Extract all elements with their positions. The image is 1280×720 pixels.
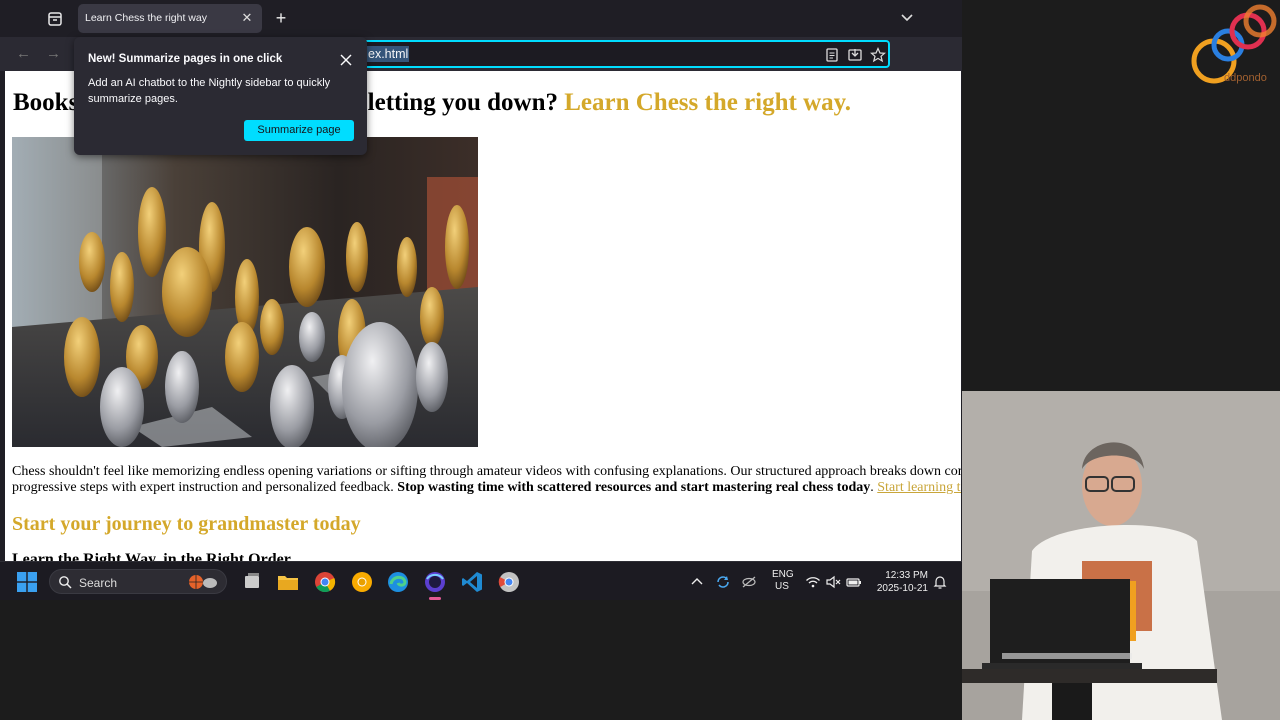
system-clock[interactable]: 12:33 PM 2025-10-21 — [868, 569, 928, 595]
windows-taskbar: Search ENG US 12:33 PM 2025-10-21 — [0, 561, 962, 600]
sync-icon[interactable] — [715, 574, 731, 590]
browser-window: Learn Chess the right way ✕ + ← → ex.htm… — [0, 0, 962, 600]
popup-title: New! Summarize pages in one click — [88, 53, 283, 65]
heading-part-one: Books — [13, 89, 79, 116]
start-learning-link[interactable]: Start learning today! — [877, 480, 961, 495]
section-heading: Start your journey to grandmaster today — [12, 513, 361, 535]
reader-view-icon[interactable] — [824, 47, 840, 63]
search-icon — [58, 575, 72, 589]
back-button[interactable]: ← — [16, 46, 34, 62]
forward-button[interactable]: → — [46, 46, 64, 62]
summarize-feature-popup: New! Summarize pages in one click Add an… — [74, 37, 367, 155]
windows-start-icon[interactable] — [17, 572, 37, 592]
input-language-indicator[interactable]: ENG US — [772, 569, 794, 593]
intro-bold-text: Stop wasting time with scattered resourc… — [397, 480, 871, 495]
firefox-nightly-icon[interactable] — [423, 570, 447, 600]
tab-close-icon[interactable]: ✕ — [240, 11, 254, 25]
section-subheading: Learn the Right Way, in the Right Order — [12, 551, 291, 561]
chevron-up-icon[interactable] — [689, 574, 705, 590]
volume-muted-icon[interactable] — [825, 574, 841, 590]
battery-icon[interactable] — [846, 574, 862, 590]
empty-canvas-area — [0, 600, 789, 720]
search-highlight-icon — [188, 574, 220, 590]
hidden-visibility-icon[interactable] — [741, 574, 757, 590]
tab-active[interactable]: Learn Chess the right way ✕ — [78, 4, 262, 33]
notifications-bell-icon[interactable] — [932, 574, 948, 590]
intro-period: . — [870, 480, 874, 495]
search-label: Search — [79, 576, 118, 590]
task-view-icon[interactable] — [240, 570, 264, 594]
save-to-pocket-icon[interactable] — [847, 47, 863, 63]
channel-logo-text: ddpondo — [1224, 72, 1267, 84]
lang-code: ENG — [772, 569, 794, 580]
heading-part-two: e letting you down? — [350, 89, 558, 116]
close-icon[interactable] — [339, 53, 353, 67]
chess-hero-image — [12, 137, 478, 447]
intro-paragraph: Chess shouldn't feel like memorizing end… — [12, 464, 961, 496]
heading-accent: Learn Chess the right way. — [564, 89, 852, 116]
tab-bar: Learn Chess the right way ✕ + — [0, 0, 962, 37]
chevron-down-icon[interactable] — [899, 10, 915, 26]
firefox-view-icon[interactable] — [44, 8, 66, 30]
url-text[interactable]: ex.html — [367, 46, 410, 62]
wifi-icon[interactable] — [805, 574, 821, 590]
taskbar-search-box[interactable]: Search — [49, 569, 227, 594]
intro-text-continued: progressive steps with expert instructio… — [12, 480, 398, 495]
file-explorer-icon[interactable] — [276, 570, 300, 594]
chrome-canary-icon[interactable] — [350, 570, 374, 594]
new-tab-button[interactable]: + — [272, 8, 290, 28]
summarize-page-button[interactable]: Summarize page — [244, 120, 354, 141]
popup-body: Add an AI chatbot to the Nightly sidebar… — [88, 77, 331, 105]
vscode-icon[interactable] — [460, 570, 484, 594]
intro-text: Chess shouldn't feel like memorizing end… — [12, 464, 961, 479]
chrome-icon[interactable] — [313, 570, 337, 594]
tab-title: Learn Chess the right way — [85, 12, 207, 24]
bookmark-star-icon[interactable] — [869, 47, 887, 63]
screen: { "browser": { "tab": { "title": "Learn … — [0, 0, 1280, 720]
lang-region: US — [775, 581, 789, 592]
clock-date: 2025-10-21 — [876, 583, 928, 594]
presenter-video — [962, 391, 1280, 720]
chrome-dev-icon[interactable] — [497, 570, 521, 594]
clock-time: 12:33 PM — [885, 570, 928, 581]
edge-icon[interactable] — [386, 570, 410, 594]
